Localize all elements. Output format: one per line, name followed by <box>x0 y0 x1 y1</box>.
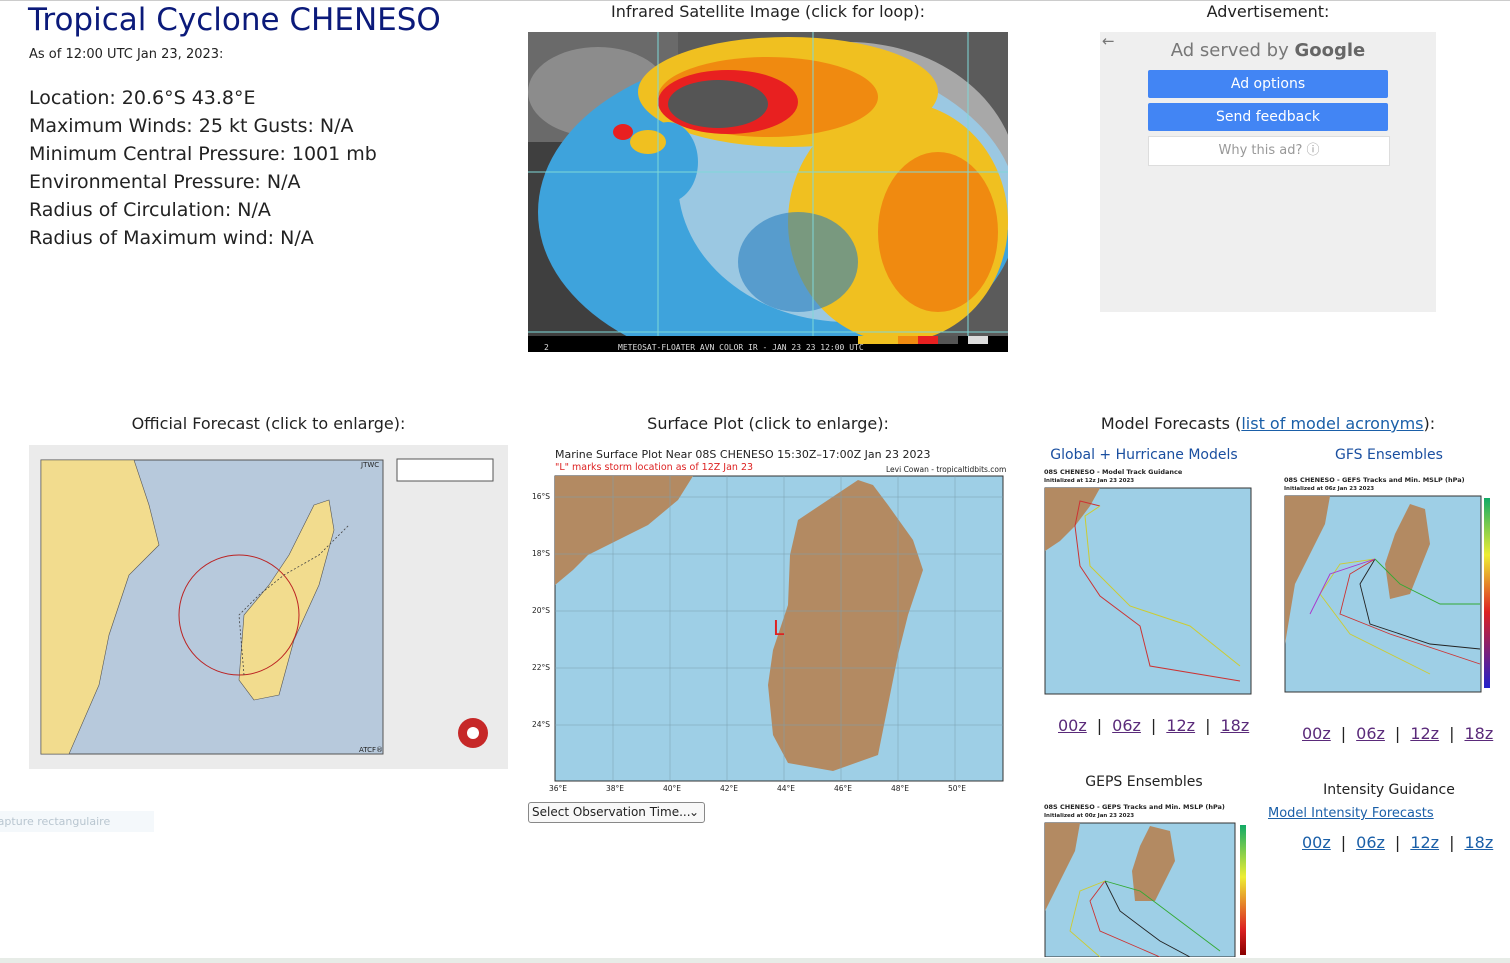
observation-time-select[interactable]: Select Observation Time... ⌄ <box>528 802 705 823</box>
intensity-06z-link[interactable]: 06z <box>1356 833 1385 852</box>
lat-label-16: 16°S <box>532 492 551 501</box>
pressure-text: Minimum Central Pressure: 1001 mb <box>29 143 377 165</box>
lon-label-48: 48°E <box>891 784 910 793</box>
lon-label-36: 36°E <box>549 784 568 793</box>
gfs-ensembles-image[interactable]: 08S CHENESO - GEFS Tracks and Min. MSLP … <box>1280 474 1496 700</box>
gfs-run-links: 00z | 06z | 12z | 18z <box>1302 724 1494 743</box>
satellite-bar-text: METEOSAT-FLOATER AVN COLOR IR - JAN 23 2… <box>618 343 864 352</box>
capture-tooltip: Capture rectangulaire <box>0 811 154 832</box>
ad-box: ← Ad served by Google Ad options Send fe… <box>1100 32 1436 312</box>
gfs-00z-link[interactable]: 00z <box>1302 724 1331 743</box>
global-models-title[interactable]: Global + Hurricane Models <box>1030 447 1258 463</box>
lat-label-20: 20°S <box>532 606 551 615</box>
global-06z-link[interactable]: 06z <box>1112 716 1141 735</box>
geps-ensembles-image[interactable]: 08S CHENESO - GEPS Tracks and Min. MSLP … <box>1040 801 1258 957</box>
global-12z-link[interactable]: 12z <box>1166 716 1195 735</box>
storm-info: Location: 20.6°S 43.8°E Maximum Winds: 2… <box>29 84 377 252</box>
lat-label-22: 22°S <box>532 663 551 672</box>
gfs-ensembles-title[interactable]: GFS Ensembles <box>1276 447 1502 463</box>
advertisement-caption: Advertisement: <box>1206 2 1330 21</box>
location-text: Location: 20.6°S 43.8°E <box>29 87 256 109</box>
model-forecasts-caption: Model Forecasts (list of model acronyms)… <box>1100 414 1436 433</box>
lon-label-44: 44°E <box>777 784 796 793</box>
lat-label-18: 18°S <box>532 549 551 558</box>
satellite-bar-number: 2 <box>544 343 549 352</box>
svg-text:L: L <box>773 616 785 640</box>
bottom-scrollbar[interactable] <box>0 958 1510 963</box>
lon-label-40: 40°E <box>663 784 682 793</box>
send-feedback-button[interactable]: Send feedback <box>1148 103 1388 131</box>
lat-label-24: 24°S <box>532 720 551 729</box>
radius-circulation-text: Radius of Circulation: N/A <box>29 199 271 221</box>
chevron-down-icon: ⌄ <box>688 805 699 819</box>
why-this-ad-button[interactable]: Why this ad? ⓘ <box>1148 136 1390 166</box>
lon-label-38: 38°E <box>606 784 625 793</box>
gfs-18z-link[interactable]: 18z <box>1464 724 1493 743</box>
global-models-image[interactable]: 08S CHENESO - Model Track Guidance Initi… <box>1040 466 1256 698</box>
global-18z-link[interactable]: 18z <box>1220 716 1249 735</box>
top-border <box>0 0 1510 1</box>
lon-label-50: 50°E <box>948 784 967 793</box>
page-title: Tropical Cyclone CHENESO <box>28 2 441 38</box>
ad-served-label: Ad served by Google <box>1170 40 1366 61</box>
geps-ensembles-title[interactable]: GEPS Ensembles <box>1030 774 1258 790</box>
lon-label-42: 42°E <box>720 784 739 793</box>
satellite-image[interactable]: 2 METEOSAT-FLOATER AVN COLOR IR - JAN 23… <box>528 32 1008 352</box>
surface-plot-caption: Surface Plot (click to enlarge): <box>647 414 889 433</box>
winds-text: Maximum Winds: 25 kt Gusts: N/A <box>29 115 354 137</box>
intensity-run-links: 00z | 06z | 12z | 18z <box>1302 833 1494 852</box>
google-logo-text: Google <box>1294 40 1366 61</box>
env-pressure-text: Environmental Pressure: N/A <box>29 171 301 193</box>
surface-plot-image[interactable]: Marine Surface Plot Near 08S CHENESO 15:… <box>528 445 1008 795</box>
jtwc-label: JTWC <box>360 461 379 469</box>
satellite-caption: Infrared Satellite Image (click for loop… <box>611 2 925 21</box>
atcf-label: ATCF® <box>359 746 383 754</box>
radius-max-wind-text: Radius of Maximum wind: N/A <box>29 227 314 249</box>
official-forecast-caption: Official Forecast (click to enlarge): <box>131 414 406 433</box>
model-intensity-forecasts-link[interactable]: Model Intensity Forecasts <box>1268 806 1434 821</box>
as-of-timestamp: As of 12:00 UTC Jan 23, 2023: <box>29 47 224 62</box>
intensity-guidance-title: Intensity Guidance <box>1323 782 1455 798</box>
intensity-00z-link[interactable]: 00z <box>1302 833 1331 852</box>
lon-label-46: 46°E <box>834 784 853 793</box>
global-run-links: 00z | 06z | 12z | 18z <box>1058 716 1250 735</box>
official-forecast-image[interactable]: JTWC ATCF® <box>29 445 508 769</box>
gfs-06z-link[interactable]: 06z <box>1356 724 1385 743</box>
ad-options-button[interactable]: Ad options <box>1148 70 1388 98</box>
gfs-12z-link[interactable]: 12z <box>1410 724 1439 743</box>
intensity-12z-link[interactable]: 12z <box>1410 833 1439 852</box>
model-acronyms-link[interactable]: list of model acronyms <box>1241 414 1423 433</box>
global-00z-link[interactable]: 00z <box>1058 716 1087 735</box>
intensity-18z-link[interactable]: 18z <box>1464 833 1493 852</box>
